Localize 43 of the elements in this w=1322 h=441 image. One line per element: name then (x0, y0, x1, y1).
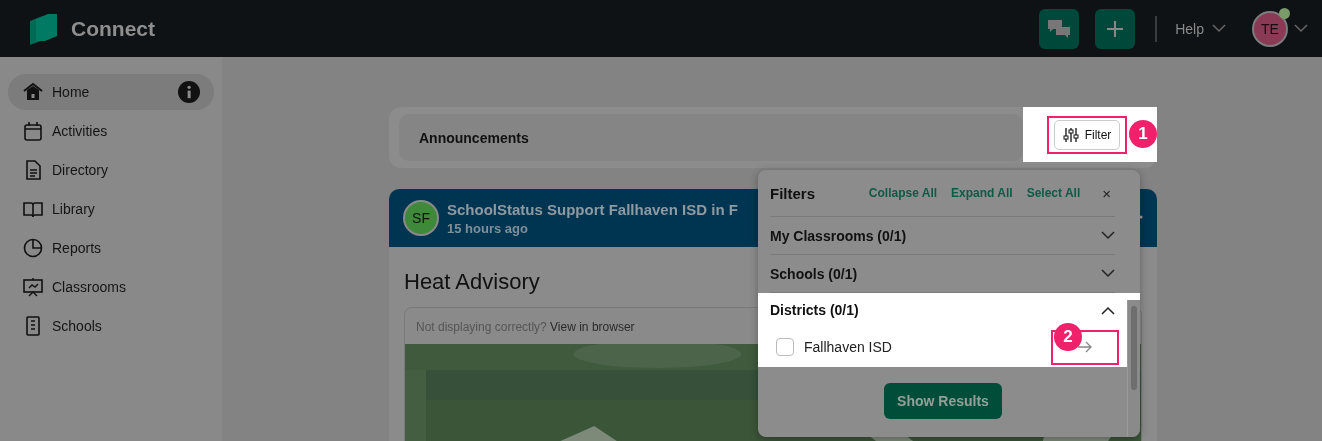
app-name: Connect (71, 16, 155, 41)
chevron-icon (1101, 231, 1115, 240)
chevron-icon (1212, 24, 1226, 33)
option-label: Fallhaven ISD (804, 339, 892, 355)
plus-icon (1106, 19, 1125, 38)
chevron-icon (1101, 269, 1115, 278)
chat-button[interactable] (1039, 8, 1080, 49)
sidebar-item[interactable]: Home (8, 74, 214, 110)
author-avatar: SF (403, 200, 439, 236)
chevron-icon (1101, 305, 1115, 315)
filter-button[interactable]: Filter (1053, 119, 1121, 150)
presentation-icon (22, 276, 44, 298)
sidebar-item[interactable]: Library (8, 191, 214, 227)
add-button[interactable] (1095, 8, 1136, 49)
step-badge: 2 (1054, 323, 1082, 351)
post-time: 15 hours ago (447, 220, 529, 236)
chat-icon (1047, 17, 1072, 40)
open-arrow-button[interactable] (1051, 329, 1119, 365)
sidebar-item[interactable]: Activities (8, 113, 214, 149)
sliders-icon (1062, 126, 1079, 143)
filter-section-header[interactable]: My Classrooms (0/1) (770, 217, 1115, 255)
post-author: SchoolStatus Support Fallhaven ISD in F (447, 200, 738, 218)
sidebar-item[interactable]: Classrooms (8, 269, 214, 305)
book-logo-icon (29, 12, 59, 45)
close-button[interactable]: × (1098, 184, 1115, 202)
step-badge: 1 (1129, 120, 1157, 148)
calendar-icon (22, 120, 44, 142)
pie-chart-icon (22, 237, 44, 259)
show-results-button[interactable]: Show Results (884, 383, 1002, 419)
arrow-icon (1077, 341, 1093, 353)
post-title: Heat Advisory (404, 269, 540, 295)
sidebar-item[interactable]: Schools (8, 308, 214, 344)
sidebar-item[interactable]: Directory (8, 152, 214, 188)
sidebar-item[interactable]: Reports (8, 230, 214, 266)
panel-title: Filters (770, 184, 815, 202)
info-icon[interactable] (178, 81, 200, 103)
scrollbar[interactable] (1127, 300, 1140, 437)
help-menu[interactable]: Help (1175, 20, 1226, 37)
home-icon (22, 81, 44, 103)
checkbox[interactable] (776, 338, 794, 356)
chevron-icon (1294, 24, 1308, 33)
section-title: Announcements (419, 129, 529, 146)
browser-link[interactable]: View in browser (550, 320, 635, 334)
